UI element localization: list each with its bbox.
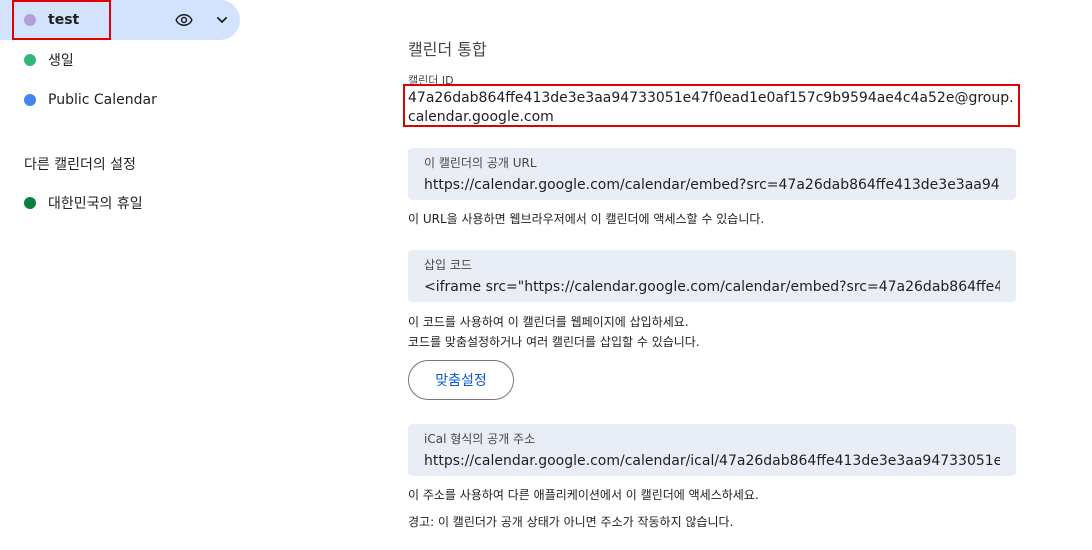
calendar-color-dot — [24, 197, 36, 209]
ical-address-field[interactable]: iCal 형식의 공개 주소 https://calendar.google.c… — [408, 424, 1016, 476]
calendar-id-value[interactable]: 47a26dab864ffe413de3e3aa94733051e47f0ead… — [408, 89, 1014, 127]
section-title: 캘린더 통합 — [408, 40, 487, 59]
calendar-color-dot — [24, 54, 36, 66]
ical-address-value[interactable]: https://calendar.google.com/calendar/ica… — [424, 453, 1000, 469]
ical-help: 이 주소를 사용하여 다른 애플리케이션에서 이 캘린더에 액세스하세요. — [408, 488, 759, 502]
calendar-id-label: 캘린더 ID — [408, 74, 454, 87]
calendar-item-korean-holidays[interactable]: 대한민국의 휴일 — [0, 183, 143, 223]
calendar-color-dot — [24, 94, 36, 106]
customize-button[interactable]: 맞춤설정 — [408, 360, 514, 400]
calendar-item-label: 대한민국의 휴일 — [48, 196, 143, 212]
other-calendars-settings-heading: 다른 캘린더의 설정 — [24, 157, 136, 173]
embed-code-help-2: 코드를 맞춤설정하거나 여러 캘린더를 삽입할 수 있습니다. — [408, 335, 700, 349]
chevron-down-icon[interactable] — [214, 12, 230, 28]
calendar-color-dot — [24, 14, 36, 26]
embed-code-help-1: 이 코드를 사용하여 이 캘린더를 웹페이지에 삽입하세요. — [408, 315, 689, 329]
public-url-value[interactable]: https://calendar.google.com/calendar/emb… — [424, 177, 1000, 193]
calendar-item-birthdays[interactable]: 생일 — [0, 40, 74, 80]
calendar-item-label: 생일 — [48, 53, 74, 69]
public-url-label: 이 캘린더의 공개 URL — [424, 156, 537, 170]
calendar-item-test[interactable]: test — [0, 0, 240, 40]
public-url-help: 이 URL을 사용하면 웹브라우저에서 이 캘린더에 액세스할 수 있습니다. — [408, 212, 765, 226]
public-url-field[interactable]: 이 캘린더의 공개 URL https://calendar.google.co… — [408, 148, 1016, 200]
sidebar: test 생일 Public Calendar 다른 캘린더의 설정 대한민국의… — [0, 0, 250, 550]
calendar-item-public-calendar[interactable]: Public Calendar — [0, 80, 157, 120]
eye-icon[interactable] — [174, 11, 194, 29]
calendar-item-label: Public Calendar — [48, 92, 157, 108]
embed-code-label: 삽입 코드 — [424, 258, 472, 272]
embed-code-value[interactable]: <iframe src="https://calendar.google.com… — [424, 279, 1000, 295]
ical-warning: 경고: 이 캘린더가 공개 상태가 아니면 주소가 작동하지 않습니다. — [408, 515, 734, 529]
ical-address-label: iCal 형식의 공개 주소 — [424, 432, 536, 446]
calendar-item-label: test — [48, 12, 80, 28]
embed-code-field[interactable]: 삽입 코드 <iframe src="https://calendar.goog… — [408, 250, 1016, 302]
